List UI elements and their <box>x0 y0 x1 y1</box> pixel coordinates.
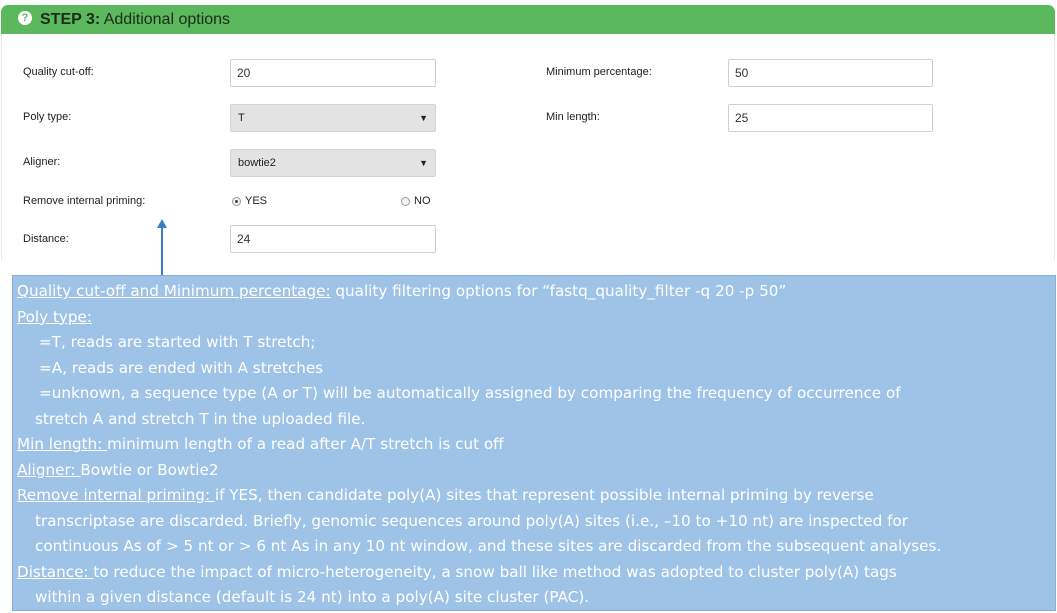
radio-checked-icon[interactable] <box>232 196 241 206</box>
distance-input[interactable]: 24 <box>230 225 436 253</box>
note-line: transcriptase are discarded. Briefly, ge… <box>35 511 908 530</box>
poly-type-value: T <box>238 112 245 124</box>
note-text: to reduce the impact of micro-heterogene… <box>93 562 897 581</box>
note-line: within a given distance (default is 24 n… <box>35 588 590 606</box>
aligner-select[interactable]: bowtie2 ▼ <box>230 149 436 177</box>
note-line: Remove internal priming: if YES, then ca… <box>17 483 1055 509</box>
dropdown-arrow-icon: ▼ <box>419 158 428 168</box>
quality-cutoff-label: Quality cut-off: <box>23 66 94 78</box>
note-line: =A, reads are ended with A stretches <box>39 358 324 377</box>
step-header: ? STEP 3: Additional options <box>1 5 1055 34</box>
callout-arrow-line <box>161 226 163 275</box>
note-line: =T, reads are started with T stretch; <box>39 333 316 351</box>
note-heading: Distance: <box>17 562 94 581</box>
remove-internal-priming-label: Remove internal priming: <box>23 195 146 207</box>
min-percentage-input[interactable]: 50 <box>728 59 933 87</box>
poly-type-label: Poly type: <box>23 111 72 123</box>
note-heading: Aligner: <box>17 460 81 479</box>
note-line: stretch A and stretch T in the uploaded … <box>35 409 366 428</box>
note-line: Distance: to reduce the impact of micro-… <box>17 560 1055 586</box>
radio-no[interactable]: NO <box>401 195 431 207</box>
min-length-input[interactable]: 25 <box>728 104 933 132</box>
aligner-label: Aligner: <box>23 156 61 168</box>
quality-cutoff-input[interactable]: 20 <box>230 59 436 87</box>
callout-arrow-head-icon <box>157 219 167 228</box>
note-text: if YES, then candidate poly(A) sites tha… <box>214 486 874 504</box>
note-heading: Quality cut-off and Minimum percentage: <box>17 282 331 300</box>
note-text: minimum length of a read after A/T stret… <box>107 435 504 453</box>
note-heading: Remove internal priming: <box>17 486 215 504</box>
min-length-label: Min length: <box>546 111 600 123</box>
step-number: STEP 3: <box>40 10 101 28</box>
step-title-text: Additional options <box>103 10 231 28</box>
help-icon[interactable]: ? <box>18 10 32 25</box>
radio-yes[interactable]: YES <box>232 195 267 207</box>
dropdown-arrow-icon: ▼ <box>419 113 428 123</box>
step-title: STEP 3: Additional options <box>40 11 230 29</box>
note-line: =unknown, a sequence type (A or T) will … <box>39 384 901 402</box>
note-heading: Min length: <box>17 435 108 453</box>
radio-no-label: NO <box>414 195 431 207</box>
note-line: Min length: minimum length of a read aft… <box>17 432 1055 458</box>
help-note: Quality cut-off and Minimum percentage: … <box>12 275 1056 611</box>
note-text: Bowtie or Bowtie2 <box>80 460 219 479</box>
radio-yes-label: YES <box>245 195 268 207</box>
poly-type-select[interactable]: T ▼ <box>230 104 436 132</box>
note-text: quality filtering options for “fastq_qua… <box>330 282 787 300</box>
note-line: continuous As of > 5 nt or > 6 nt As in … <box>35 537 942 555</box>
aligner-value: bowtie2 <box>238 157 276 169</box>
note-line: Quality cut-off and Minimum percentage: … <box>17 279 1055 305</box>
distance-label: Distance: <box>23 233 69 245</box>
note-line: Poly type: <box>17 305 1055 331</box>
note-line: Aligner: Bowtie or Bowtie2 <box>17 458 1055 484</box>
note-heading: Poly type: <box>17 307 92 326</box>
min-percentage-label: Minimum percentage: <box>546 66 652 78</box>
radio-unchecked-icon[interactable] <box>401 196 410 206</box>
